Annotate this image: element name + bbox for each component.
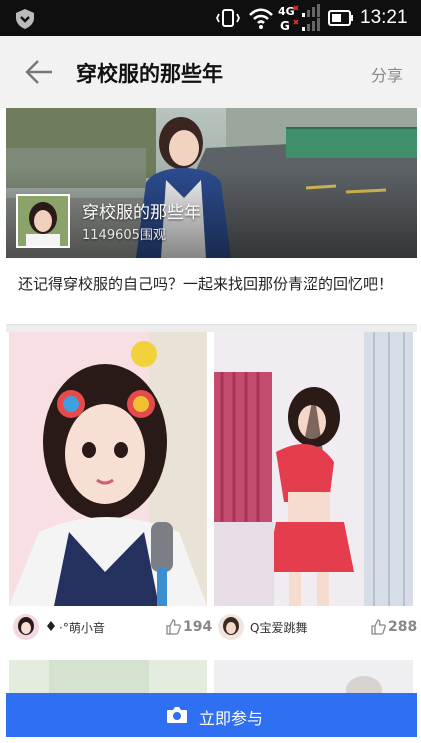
- camera-icon: [167, 707, 187, 723]
- badge-icon: [47, 621, 55, 631]
- wifi-icon: [249, 8, 273, 29]
- signal-icon: 4G G: [278, 4, 320, 32]
- topic-views-count: 1149605围观: [82, 228, 166, 243]
- user-name[interactable]: ·°萌小音: [59, 619, 105, 636]
- clock-time: 13:21: [360, 7, 408, 28]
- like-count: 194: [183, 619, 213, 635]
- join-label: 立即参与: [199, 709, 264, 728]
- status-bar: 4G G 13:21: [0, 0, 421, 36]
- user-name[interactable]: Q宝爱跳舞: [250, 619, 307, 636]
- vibrate-icon: [216, 9, 240, 27]
- feed-card-footer: ·°萌小音 194: [9, 610, 212, 644]
- topic-banner[interactable]: 穿校服的那些年 1149605围观: [6, 108, 417, 258]
- feed-card-footer: Q宝爱跳舞 288: [214, 610, 417, 644]
- like-count: 288: [388, 619, 418, 635]
- feed-photo[interactable]: [214, 332, 413, 606]
- svg-text:G: G: [280, 19, 290, 32]
- share-button[interactable]: 分享: [371, 62, 403, 86]
- user-avatar[interactable]: [218, 614, 244, 640]
- feed-card[interactable]: [214, 660, 413, 694]
- shield-icon: [16, 9, 34, 29]
- topic-description: 还记得穿校服的自己吗？一起来找回那份青涩的回忆吧！: [18, 275, 394, 293]
- feed-card[interactable]: ·°萌小音 194: [9, 332, 212, 644]
- feed-card[interactable]: [9, 660, 207, 694]
- user-avatar[interactable]: [13, 614, 39, 640]
- feed-card[interactable]: Q宝爱跳舞 288: [214, 332, 417, 644]
- app-header: 穿校服的那些年 分享: [0, 36, 421, 108]
- section-divider: [6, 324, 417, 332]
- page-title: 穿校服的那些年: [76, 62, 223, 86]
- svg-text:4G: 4G: [278, 5, 295, 18]
- join-button[interactable]: 立即参与: [6, 693, 417, 737]
- battery-icon: [328, 10, 353, 26]
- back-arrow-icon[interactable]: [24, 58, 54, 86]
- thumbs-up-icon[interactable]: [165, 619, 181, 635]
- feed-photo: [214, 660, 413, 694]
- feed-photo: [9, 660, 207, 694]
- topic-avatar: [16, 194, 70, 248]
- thumbs-up-icon[interactable]: [370, 619, 386, 635]
- topic-name: 穿校服的那些年: [82, 203, 201, 223]
- feed-photo[interactable]: [9, 332, 207, 606]
